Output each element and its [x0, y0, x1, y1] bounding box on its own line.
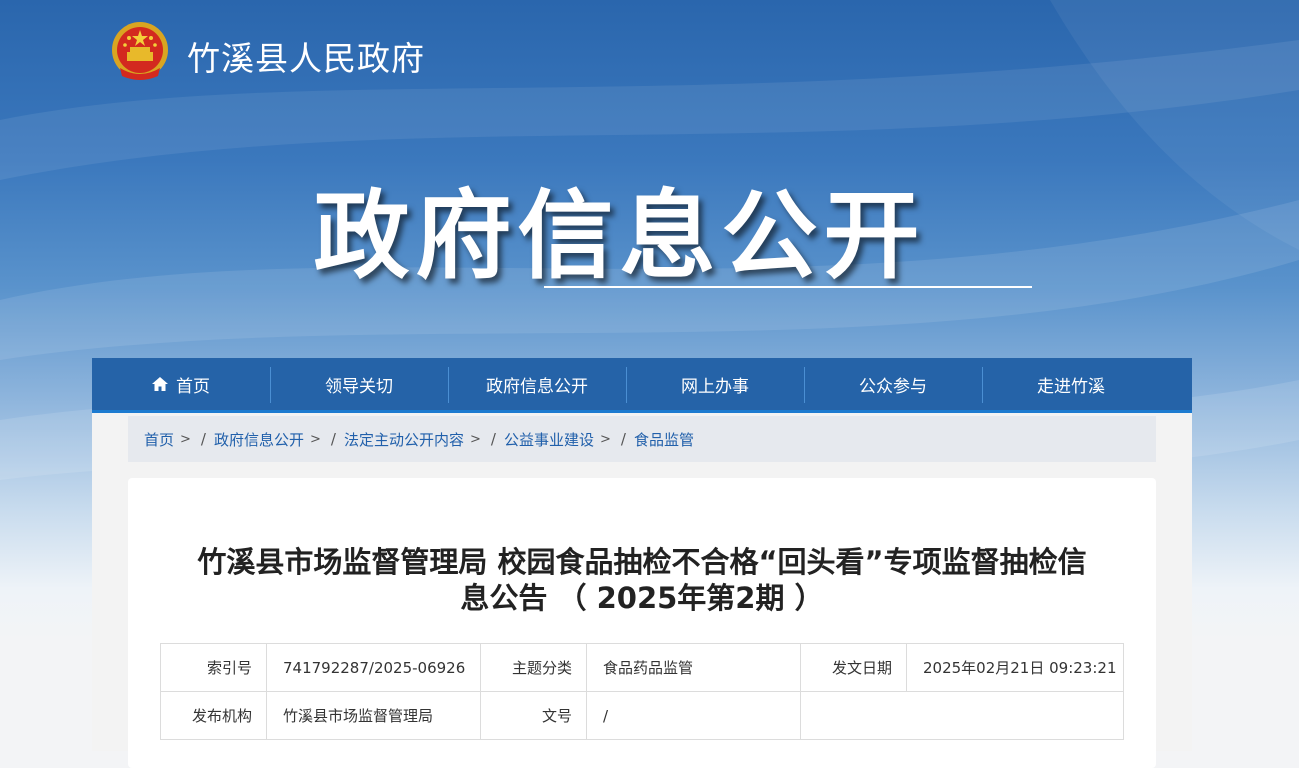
national-emblem-icon — [112, 22, 168, 80]
nav-item-label: 走进竹溪 — [1037, 376, 1105, 397]
article-card: 竹溪县市场监督管理局 校园食品抽检不合格“回头看”专项监督抽检信 息公告 （ 2… — [128, 478, 1156, 768]
breadcrumb-home[interactable]: 首页 — [144, 429, 174, 450]
article-title-line: 息公告 （ 2025年第2期 ） — [460, 581, 824, 615]
meta-empty-cell — [906, 691, 1124, 740]
breadcrumb-slash: / — [490, 430, 496, 448]
meta-label-topic: 主题分类 — [480, 643, 587, 692]
meta-empty-cell — [800, 691, 907, 740]
breadcrumb-separator: > — [469, 431, 481, 447]
breadcrumb-separator: > — [180, 431, 191, 447]
breadcrumb-slash: / — [200, 430, 206, 448]
breadcrumb-slash: / — [620, 430, 626, 448]
site-name[interactable]: 竹溪县人民政府 — [187, 32, 425, 80]
nav-item-public-participation[interactable]: 公众参与 — [804, 358, 982, 410]
meta-label-publisher: 发布机构 — [160, 691, 267, 740]
meta-value-docno: / — [586, 691, 801, 740]
nav-item-home[interactable]: 首页 — [92, 358, 270, 410]
home-icon — [152, 377, 168, 391]
breadcrumb-separator: > — [310, 431, 321, 447]
nav-item-online-services[interactable]: 网上办事 — [626, 358, 804, 410]
nav-item-about-zhuxi[interactable]: 走进竹溪 — [982, 358, 1160, 410]
article-meta-table: 索引号 741792287/2025-06926 主题分类 食品药品监管 发文日… — [160, 643, 1124, 740]
hero-underline — [544, 286, 1032, 288]
main-nav: 首页 领导关切 政府信息公开 网上办事 公众参与 走进竹溪 — [92, 358, 1192, 413]
nav-item-leader-concerns[interactable]: 领导关切 — [270, 358, 448, 410]
nav-item-label: 政府信息公开 — [486, 376, 588, 397]
meta-value-index: 741792287/2025-06926 — [266, 643, 481, 692]
nav-item-label: 首页 — [176, 376, 210, 397]
breadcrumb-public-welfare[interactable]: 公益事业建设 — [504, 429, 594, 450]
article-title-line: 竹溪县市场监督管理局 校园食品抽检不合格“回头看”专项监督抽检信 — [197, 545, 1087, 579]
meta-label-docno: 文号 — [480, 691, 587, 740]
breadcrumb-statutory-content[interactable]: 法定主动公开内容 — [344, 429, 464, 450]
breadcrumb-gov-info[interactable]: 政府信息公开 — [214, 429, 304, 450]
breadcrumb-slash: / — [330, 430, 336, 448]
article-title: 竹溪县市场监督管理局 校园食品抽检不合格“回头看”专项监督抽检信 息公告 （ 2… — [128, 544, 1156, 616]
breadcrumb-food-supervision[interactable]: 食品监管 — [634, 429, 694, 450]
nav-item-gov-info[interactable]: 政府信息公开 — [448, 358, 626, 410]
nav-item-label: 领导关切 — [325, 376, 393, 397]
nav-item-label: 网上办事 — [681, 376, 749, 397]
meta-label-index: 索引号 — [160, 643, 267, 692]
table-row: 索引号 741792287/2025-06926 主题分类 食品药品监管 发文日… — [160, 643, 1124, 692]
breadcrumb-separator: > — [599, 431, 611, 447]
meta-value-publisher: 竹溪县市场监督管理局 — [266, 691, 481, 740]
breadcrumb: 首页 > / 政府信息公开 > / 法定主动公开内容 > / 公益事业建设 > … — [128, 416, 1156, 462]
table-row: 发布机构 竹溪县市场监督管理局 文号 / — [160, 691, 1124, 740]
main-container: 首页 领导关切 政府信息公开 网上办事 公众参与 走进竹溪 首页 > / 政府信… — [92, 358, 1192, 768]
hero-title: 政府信息公开 — [313, 180, 926, 292]
meta-value-date: 2025年02月21日 09:23:21 — [906, 643, 1124, 692]
meta-value-topic: 食品药品监管 — [586, 643, 801, 692]
nav-item-label: 公众参与 — [859, 376, 927, 397]
meta-label-date: 发文日期 — [800, 643, 907, 692]
